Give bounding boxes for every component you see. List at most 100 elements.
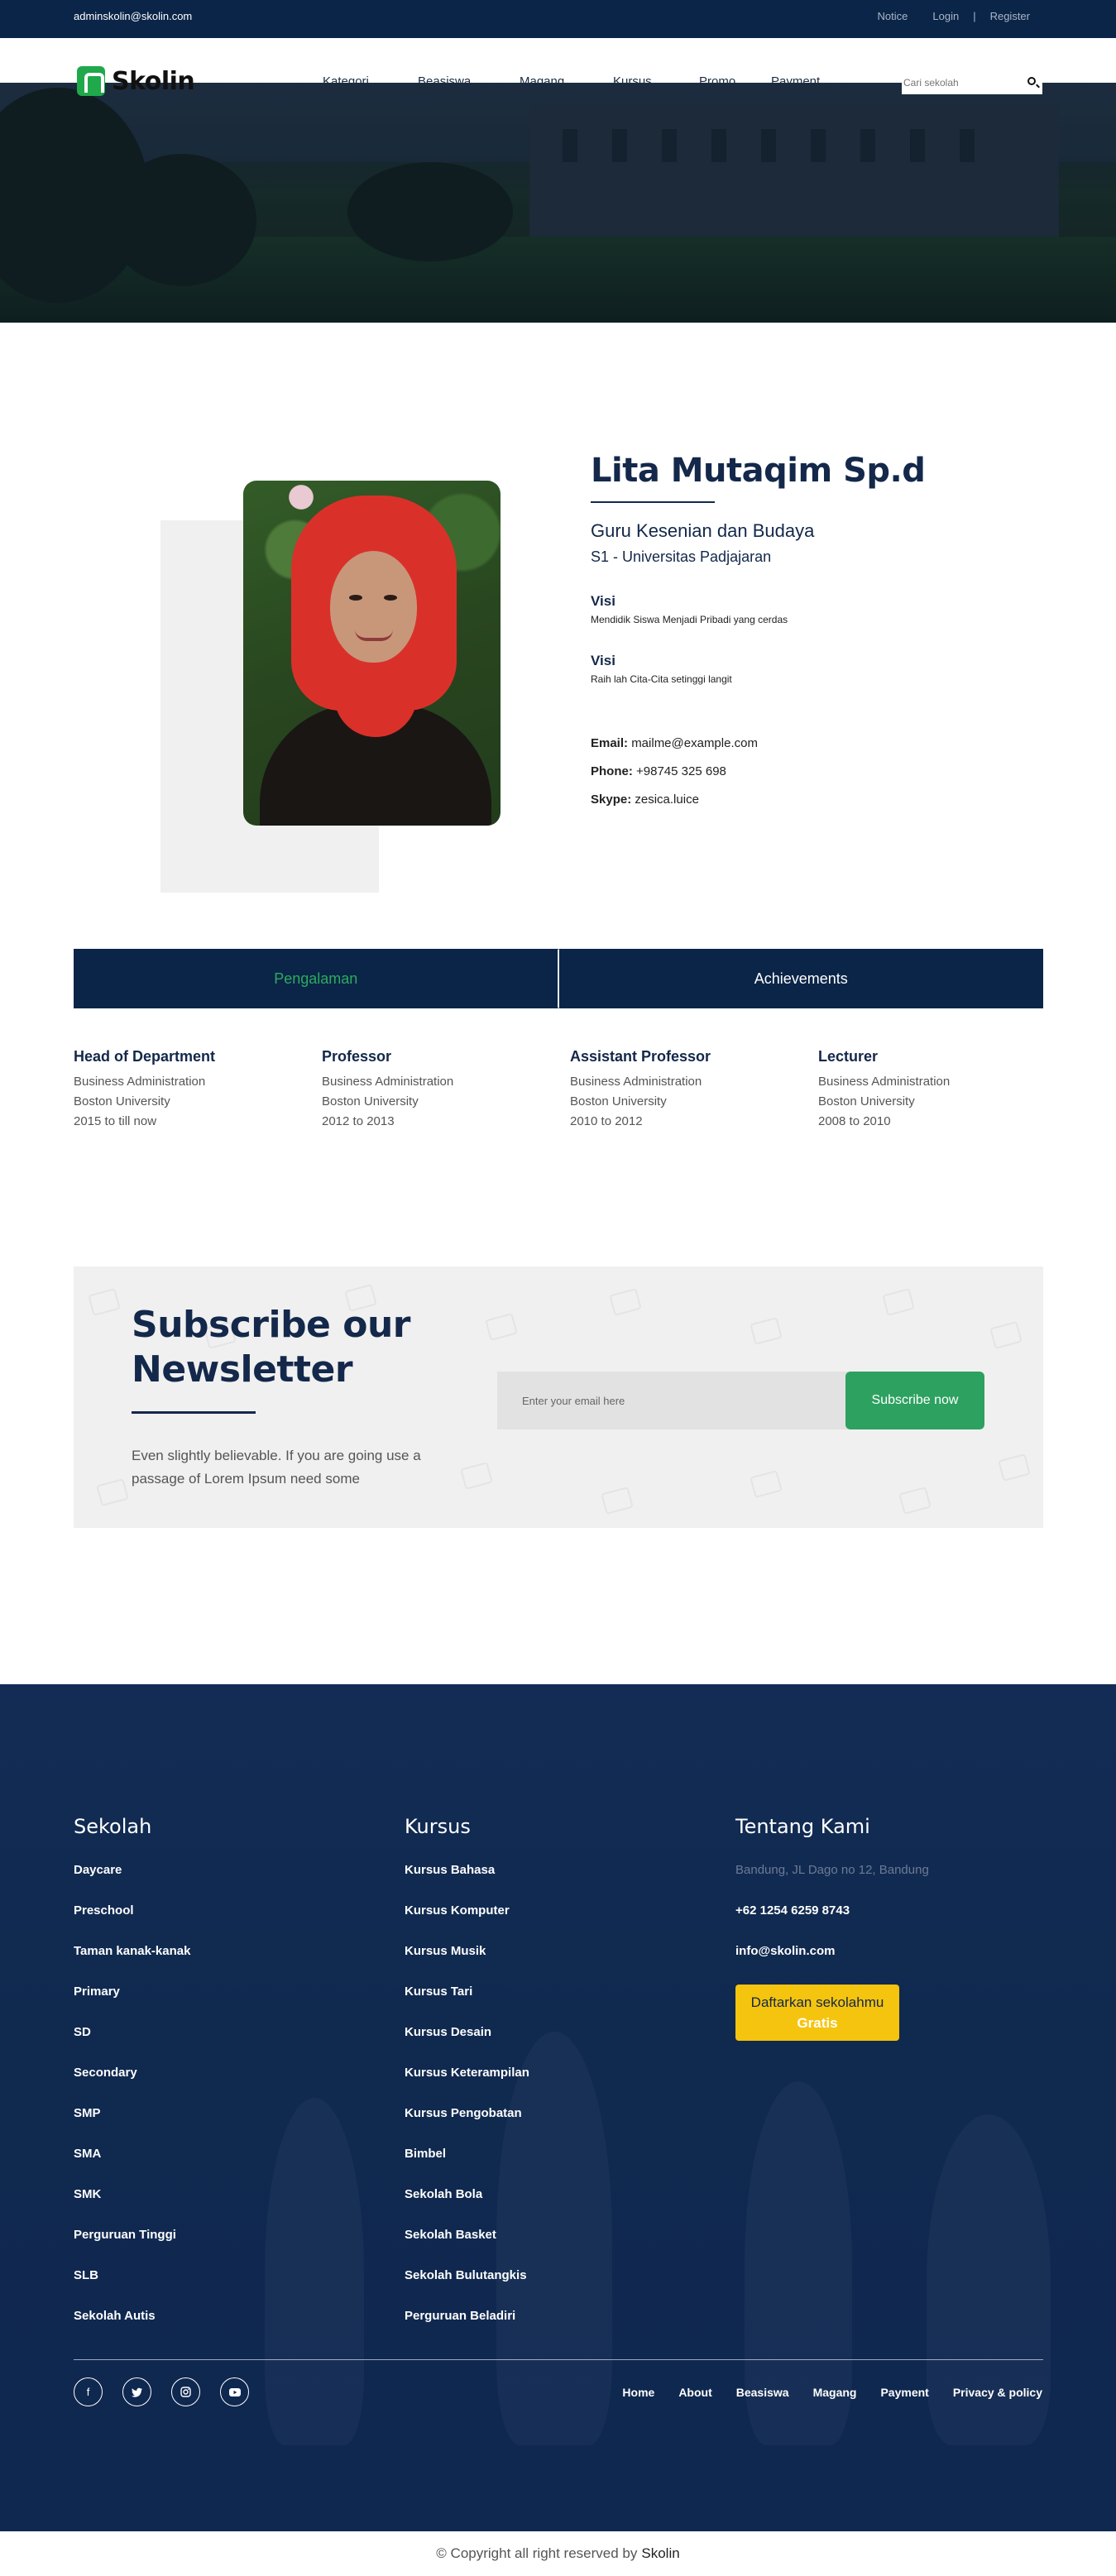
nav-item-promo[interactable]: Promo xyxy=(699,74,771,89)
footer-link[interactable]: Primary xyxy=(74,1985,190,2025)
logo-text: Skolin xyxy=(112,66,195,96)
experience-field: Business Administration xyxy=(570,1075,702,1089)
footer-link[interactable]: Sekolah Autis xyxy=(74,2309,190,2349)
nav-item-payment[interactable]: Payment xyxy=(771,74,820,89)
profile-photo xyxy=(243,481,501,826)
login-link[interactable]: Login xyxy=(920,10,971,22)
footer-link[interactable]: Bimbel xyxy=(405,2147,529,2187)
footer-address: Bandung, JL Dago no 12, Bandung xyxy=(735,1863,929,1877)
footer-nav-beasiswa[interactable]: Beasiswa xyxy=(736,2386,789,2399)
experience-field: Business Administration xyxy=(322,1075,454,1089)
search-icon[interactable] xyxy=(1027,77,1036,85)
footer-link[interactable]: Kursus Tari xyxy=(405,1985,529,2025)
footer-link[interactable]: Sekolah Basket xyxy=(405,2228,529,2268)
nav-item-magang[interactable]: Magang xyxy=(520,74,613,89)
footer-link[interactable]: SMP xyxy=(74,2106,190,2147)
experience-period: 2012 to 2013 xyxy=(322,1114,395,1128)
footer-link[interactable]: Sekolah Bola xyxy=(405,2187,529,2228)
footer-link[interactable]: Secondary xyxy=(74,2066,190,2106)
footer-link[interactable]: Kursus Pengobatan xyxy=(405,2106,529,2147)
footer-link[interactable]: SD xyxy=(74,2025,190,2066)
top-separator: | xyxy=(973,10,976,22)
nav-item-kursus[interactable]: Kursus xyxy=(613,74,699,89)
footer-link[interactable]: Kursus Komputer xyxy=(405,1903,529,1944)
footer-bg-figure xyxy=(265,2098,364,2445)
register-school-button[interactable]: Daftarkan sekolahmu Gratis xyxy=(735,1985,899,2041)
footer-link[interactable]: Preschool xyxy=(74,1903,190,1944)
footer-col-tentang: Tentang Kami Bandung, JL Dago no 12, Ban… xyxy=(735,1815,929,2041)
copyright-brand[interactable]: Skolin xyxy=(641,2545,679,2562)
misi-heading: Visi xyxy=(591,653,615,668)
nav-item-beasiswa[interactable]: Beasiswa xyxy=(418,74,520,89)
experience-item: Lecturer Business Administration Boston … xyxy=(818,1048,1033,1132)
footer-link[interactable]: Kursus Desain xyxy=(405,2025,529,2066)
admin-email[interactable]: adminskolin@skolin.com xyxy=(74,10,192,22)
site-footer: Sekolah Daycare Preschool Taman kanak-ka… xyxy=(0,1684,1116,2531)
footer-link[interactable]: SMK xyxy=(74,2187,190,2228)
skype-value[interactable]: zesica.luice xyxy=(635,792,699,807)
pattern-icon xyxy=(485,1313,518,1341)
footer-link[interactable]: SLB xyxy=(74,2268,190,2309)
footer-link[interactable]: Sekolah Bulutangkis xyxy=(405,2268,529,2309)
footer-nav: Home About Beasiswa Magang Payment Priva… xyxy=(622,2386,1042,2399)
footer-link[interactable]: SMA xyxy=(74,2147,190,2187)
footer-nav-payment[interactable]: Payment xyxy=(880,2386,928,2399)
footer-nav-about[interactable]: About xyxy=(678,2386,711,2399)
main-nav: Kategori Beasiswa Magang Kursus Promo Pa… xyxy=(323,74,820,89)
subscribe-button[interactable]: Subscribe now xyxy=(845,1372,984,1429)
cta-line1: Daftarkan sekolahmu xyxy=(750,1994,884,2010)
profile-degree: S1 - Universitas Padjajaran xyxy=(591,548,772,565)
tab-achievements[interactable]: Achievements xyxy=(558,949,1043,1008)
pattern-icon xyxy=(882,1288,915,1316)
contact-email: Email: mailme@example.com xyxy=(591,736,758,750)
twitter-icon[interactable] xyxy=(122,2377,151,2406)
email-value[interactable]: mailme@example.com xyxy=(631,736,758,750)
footer-link[interactable]: Daycare xyxy=(74,1863,190,1903)
tab-pengalaman[interactable]: Pengalaman xyxy=(74,949,559,1008)
nav-item-kategori[interactable]: Kategori xyxy=(323,74,418,89)
footer-link[interactable]: Taman kanak-kanak xyxy=(74,1944,190,1985)
newsletter-title: Subscribe our Newsletter xyxy=(132,1304,410,1391)
site-logo[interactable]: Skolin xyxy=(77,66,195,96)
copyright: © Copyright all right reserved by Skolin xyxy=(0,2531,1116,2576)
experience-title: Professor xyxy=(322,1048,392,1065)
pattern-icon xyxy=(88,1288,121,1316)
search-box xyxy=(902,71,1042,94)
pattern-icon xyxy=(750,1317,783,1345)
cta-line2: Gratis xyxy=(797,2015,838,2031)
footer-link[interactable]: Kursus Keterampilan xyxy=(405,2066,529,2106)
experience-period: 2015 to till now xyxy=(74,1114,157,1128)
register-link[interactable]: Register xyxy=(978,10,1042,22)
experience-item: Head of Department Business Administrati… xyxy=(74,1048,289,1132)
experience-place: Boston University xyxy=(74,1094,170,1108)
footer-nav-magang[interactable]: Magang xyxy=(813,2386,857,2399)
footer-nav-privacy[interactable]: Privacy & policy xyxy=(953,2386,1042,2399)
experience-period: 2008 to 2010 xyxy=(818,1114,891,1128)
footer-link[interactable]: Perguruan Tinggi xyxy=(74,2228,190,2268)
visi-heading: Visi xyxy=(591,593,615,609)
top-bar: adminskolin@skolin.com Notice Login | Re… xyxy=(0,0,1116,38)
instagram-icon[interactable] xyxy=(171,2377,200,2406)
notice-link[interactable]: Notice xyxy=(865,10,921,22)
newsletter-email-input[interactable]: Enter your email here xyxy=(497,1372,848,1429)
phone-value[interactable]: +98745 325 698 xyxy=(636,764,726,778)
footer-heading-kursus: Kursus xyxy=(405,1815,471,1838)
profile-tabs: Pengalaman Achievements xyxy=(74,949,1043,1008)
facebook-icon[interactable]: f xyxy=(74,2377,103,2406)
footer-email[interactable]: info@skolin.com xyxy=(735,1944,929,1985)
footer-link[interactable]: Kursus Musik xyxy=(405,1944,529,1985)
experience-field: Business Administration xyxy=(74,1075,206,1089)
search-input[interactable] xyxy=(902,77,1009,89)
footer-phone[interactable]: +62 1254 6259 8743 xyxy=(735,1903,929,1944)
experience-title: Assistant Professor xyxy=(570,1048,711,1065)
contact-phone: Phone: +98745 325 698 xyxy=(591,764,726,778)
youtube-icon[interactable] xyxy=(220,2377,249,2406)
experience-field: Business Administration xyxy=(818,1075,951,1089)
pattern-icon xyxy=(460,1462,493,1490)
misi-text: Raih lah Cita-Cita setinggi langit xyxy=(591,673,732,685)
pattern-icon xyxy=(989,1321,1023,1349)
experience-place: Boston University xyxy=(322,1094,419,1108)
footer-link[interactable]: Perguruan Beladiri xyxy=(405,2309,529,2349)
footer-nav-home[interactable]: Home xyxy=(622,2386,654,2399)
footer-link[interactable]: Kursus Bahasa xyxy=(405,1863,529,1903)
